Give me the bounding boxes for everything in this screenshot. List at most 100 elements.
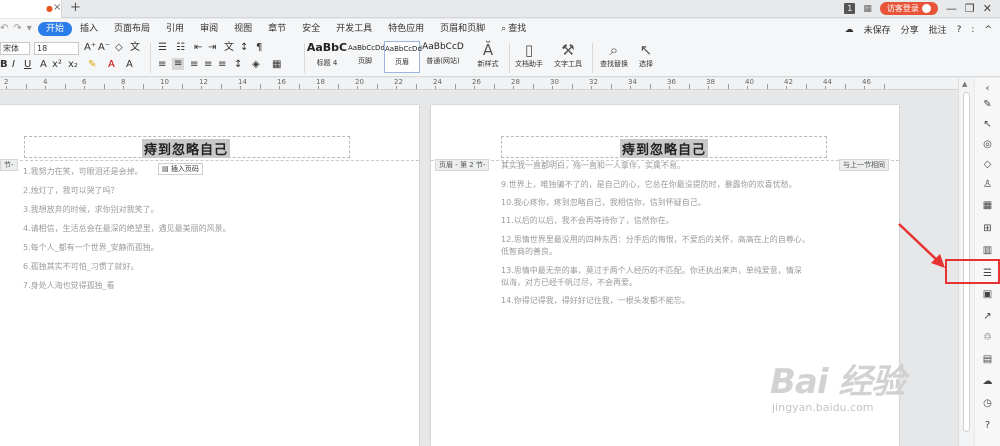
chinese-layout-icon[interactable]: 文 [224,42,234,54]
select-button[interactable]: ↖ 选择 [634,41,658,69]
style-normal-web[interactable]: AaBbCcD 普通(网站) [422,41,464,73]
style-sample: AaBbC [306,41,348,54]
tab-chapter[interactable]: 章节 [260,22,294,36]
ruler-tick [181,84,183,89]
clear-format-icon[interactable]: ◇ [115,42,123,54]
horizontal-ruler[interactable]: 2 4 6 8 10 12 14 16 18 20 22 24 26 28 30 32 34 36 38 40 42 44… [0,78,958,90]
align-right-icon[interactable]: ≡ [190,59,198,71]
find-replace-button[interactable]: ⌕ 查找替换 [596,41,632,69]
indent-increase-icon[interactable]: ⇥ [208,42,216,54]
text-tools-button[interactable]: ⚒ 文字工具 [548,41,588,69]
page-left[interactable]: 痔到忽略自己 节- ▤ 插入页码 1.我努力在笑，可眼泪还是会掉。 2.烛灯了，… [0,105,419,446]
shading-icon[interactable]: ◈ [252,59,260,71]
bullet-list-icon[interactable]: ☰ [158,42,167,54]
close-tab-icon[interactable]: × [53,2,61,13]
history-icon[interactable]: ◷ [981,397,994,410]
italic-icon[interactable]: I [12,59,15,71]
numbered-list-icon[interactable]: ☷ [176,42,185,54]
tab-page-layout[interactable]: 页面布局 [106,22,158,36]
ruler-tick [103,84,105,89]
share-panel-icon[interactable]: ♲ [981,331,994,344]
collapse-ribbon-button[interactable]: ^ [984,25,992,35]
sort-icon[interactable]: ↕ [240,42,248,54]
redo-icon[interactable]: ↷ [13,23,21,34]
show-marks-icon[interactable]: ¶ [256,42,262,54]
share-button[interactable]: 分享 [901,23,919,36]
distribute-icon[interactable]: ≡ [218,59,226,71]
dropdown-icon[interactable]: ▾ [27,23,32,34]
subscript-icon[interactable]: x₂ [68,59,78,71]
table-icon[interactable]: ▦ [981,199,994,212]
tab-insert[interactable]: 插入 [72,22,106,36]
collapse-panel-icon[interactable]: ‹ [981,82,994,95]
line-spacing-icon[interactable]: ↕ [234,59,242,71]
archive-icon[interactable]: ▤ [981,353,994,366]
font-size-select[interactable]: 18 [34,42,79,55]
style-footer[interactable]: AaBbCcDd 页脚 [348,41,385,73]
indent-decrease-icon[interactable]: ⇤ [194,42,202,54]
superscript-icon[interactable]: x² [52,59,62,71]
new-style-button[interactable]: Ă 新样式 [472,41,504,69]
tab-developer[interactable]: 开发工具 [328,22,380,36]
apps-icon[interactable]: ⊞ [981,222,994,235]
style-heading4[interactable]: AaBbC 标题 4 [306,41,348,73]
more-button[interactable]: : [971,25,974,35]
help-button[interactable]: ? [957,25,962,35]
backup-icon[interactable]: ☁ [981,375,994,388]
help-icon[interactable]: ? [981,419,994,432]
tab-view[interactable]: 视图 [226,22,260,36]
document-tab[interactable]: ● × [0,0,62,18]
stamp-icon[interactable]: ♙ [981,178,994,191]
align-left-icon[interactable]: ≡ [158,59,166,71]
tab-references[interactable]: 引用 [158,22,192,36]
ruler-tick [337,84,339,89]
font-name-select[interactable]: 宋体 [0,42,30,55]
search-button[interactable]: ⌕ 查找 [493,22,534,36]
tab-security[interactable]: 安全 [294,22,328,36]
grow-font-icon[interactable]: A⁺ [84,42,96,54]
justify-icon[interactable]: ≡ [204,59,212,71]
font-color-icon[interactable]: A [108,59,115,71]
header-separator [0,160,419,161]
pinyin-icon[interactable]: 文 [130,42,140,54]
export-icon[interactable]: ↗ [981,310,994,323]
char-border-icon[interactable]: A [126,59,133,71]
underline-icon[interactable]: U [24,59,31,71]
grid-icon[interactable]: ▦ [863,4,872,14]
strikethrough-icon[interactable]: A [40,59,47,71]
insert-page-number-button[interactable]: ▤ 插入页码 [158,163,203,175]
document-search-icon[interactable]: ▣ [981,288,994,301]
shrink-font-icon[interactable]: A⁻ [98,42,110,54]
ruler-tick [688,84,690,89]
pointer-icon[interactable]: ↖ [981,118,994,131]
tab-home[interactable]: 开始 [38,22,73,36]
login-button[interactable]: 访客登录 [879,2,938,15]
same-as-previous-tag[interactable]: 与上一节相同 [839,159,889,171]
ruler-tick [805,84,807,89]
unsaved-status[interactable]: 未保存 [864,23,891,36]
new-style-icon: Ă [482,41,494,59]
ruler-tick [84,86,85,89]
shapes-icon[interactable]: ◇ [981,158,994,171]
minimize-button[interactable]: — [946,2,957,15]
new-tab-button[interactable]: + [70,0,81,15]
undo-icon[interactable]: ↶ [0,23,8,34]
tab-header-footer[interactable]: 页眉和页脚 [432,22,493,36]
scroll-up-icon[interactable]: ▲ [962,80,967,88]
text-line: 9.世界上，唯独骗不了的，是自己的心，它总在你最没提防时，暴露你的欢喜忧愁。 [501,180,797,189]
maximize-button[interactable]: ❐ [965,2,975,15]
comment-button[interactable]: 批注 [929,23,947,36]
tab-review[interactable]: 审阅 [192,22,226,36]
close-window-button[interactable]: ✕ [983,2,992,15]
border-icon[interactable]: ▦ [272,59,281,71]
style-header[interactable]: AaBbCcDd 页眉 [384,41,422,73]
align-center-icon[interactable]: ≡ [172,58,185,70]
search-label: 查找 [508,24,527,34]
location-icon[interactable]: ◎ [981,138,994,151]
pen-icon[interactable]: ✎ [981,98,994,111]
doc-helper-button[interactable]: ▯ 文档助手 [512,41,546,69]
highlight-icon[interactable]: ✎ [88,59,96,71]
bold-icon[interactable]: B [0,59,8,71]
chart-icon[interactable]: ▥ [981,244,994,257]
tab-features[interactable]: 特色应用 [380,22,432,36]
